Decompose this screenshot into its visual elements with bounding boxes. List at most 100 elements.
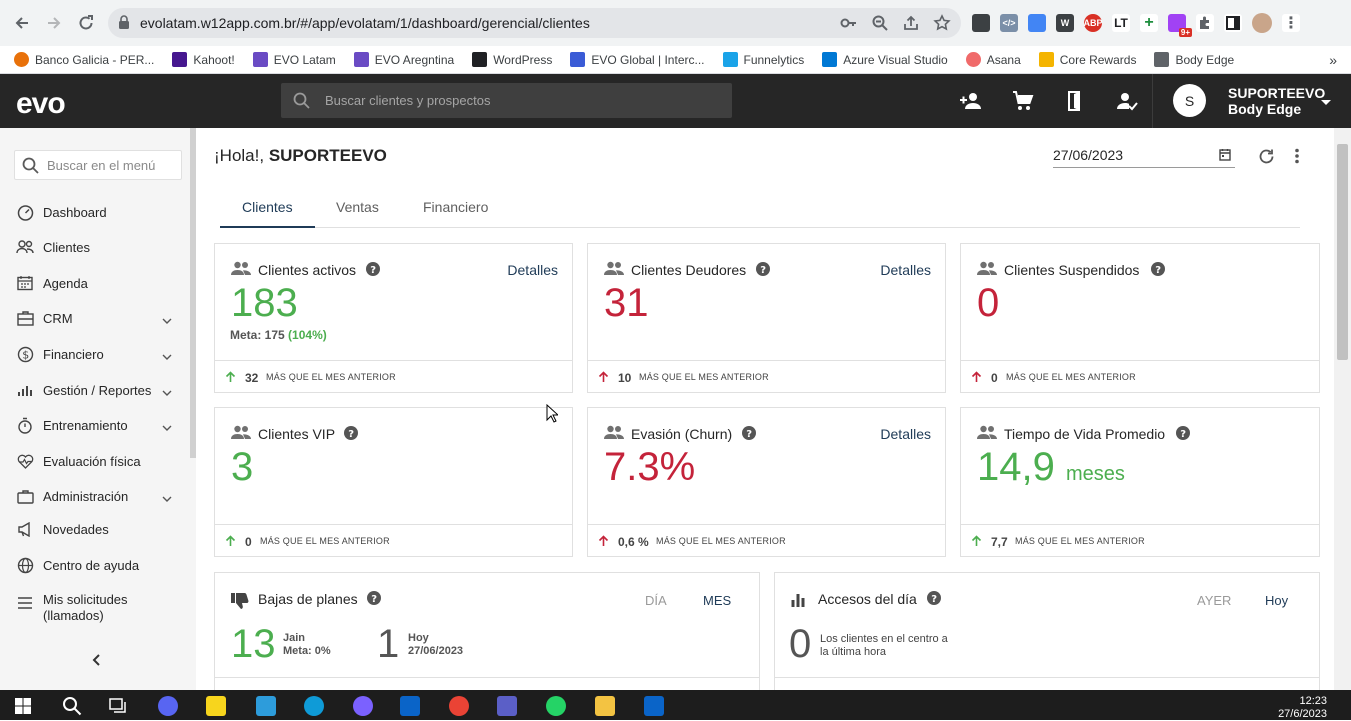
side-panel-icon[interactable] [1224,14,1242,32]
segment-mes[interactable]: MES [703,593,731,608]
chrome-icon[interactable] [449,696,469,716]
chevron-down-icon[interactable] [162,384,172,399]
refresh-icon[interactable] [1258,148,1275,170]
zoom-icon[interactable] [871,14,889,37]
sticky-notes-icon[interactable] [206,696,226,716]
caret-down-icon[interactable] [1320,94,1332,112]
bookmark-item[interactable]: Kahoot! [172,52,235,67]
bookmark-item[interactable]: EVO Latam [252,52,336,67]
back-arrow-icon[interactable] [10,11,34,35]
extension-grid-icon[interactable] [972,14,990,32]
puzzle-icon[interactable] [1196,14,1214,32]
menu-search-input[interactable]: Buscar en el menú [14,150,182,180]
help-icon[interactable]: ? [1176,426,1190,445]
user-check-icon[interactable] [1115,89,1139,118]
share-icon[interactable] [902,14,920,37]
key-icon[interactable] [840,14,858,37]
bookmark-item[interactable]: Azure Visual Studio [822,52,948,67]
evo-logo[interactable]: evo [16,87,66,121]
app-l-icon[interactable] [256,696,276,716]
scrollbar-thumb[interactable] [1337,144,1348,360]
avatar[interactable]: S [1173,84,1206,117]
windows-start-icon[interactable] [15,698,31,719]
extension-plus-icon[interactable]: + [1140,14,1158,32]
help-icon[interactable]: ? [366,262,380,281]
bookmark-item[interactable]: Core Rewards [1038,52,1136,67]
user-name[interactable]: SUPORTEEVO [1228,85,1325,101]
app-gear-icon[interactable] [353,696,373,716]
teams-icon[interactable] [497,696,517,716]
extension-abp-icon[interactable]: ABP [1084,14,1103,32]
help-icon[interactable]: ? [1151,262,1165,281]
help-icon[interactable]: ? [742,426,756,445]
calendar-icon[interactable] [1219,148,1231,166]
details-link[interactable]: Detalles [507,262,558,278]
extension-doc-icon[interactable] [1028,14,1046,32]
sidebar-item-mis-solicitudes[interactable]: Mis solicitudes (llamados) [16,592,176,626]
more-options-icon[interactable] [1294,148,1300,169]
sidebar-item-dashboard[interactable]: Dashboard [16,200,176,224]
chevron-down-icon[interactable] [162,348,172,363]
sidebar-item-centro-de-ayuda[interactable]: Centro de ayuda [16,553,176,577]
bookmark-item[interactable]: Asana [965,52,1021,67]
bookmark-item[interactable]: Body Edge [1154,52,1234,67]
segment-dia[interactable]: DÍA [645,593,667,608]
door-exit-icon[interactable] [1063,89,1087,118]
tab-financiero[interactable]: Financiero [423,199,488,215]
sidebar-item-entrenamiento[interactable]: Entrenamiento [16,413,176,437]
collapse-sidebar-icon[interactable] [91,653,103,671]
sidebar-item-financiero[interactable]: $ Financiero [16,342,176,366]
bookmark-item[interactable]: EVO Aregntina [353,52,454,67]
extension-w-icon[interactable]: W [1056,14,1074,32]
system-clock[interactable]: 12:23 27/6/2023 [1278,695,1327,721]
edge-icon[interactable] [304,696,324,716]
address-bar[interactable]: evolatam.w12app.com.br/#/app/evolatam/1/… [108,8,961,38]
bookmark-item[interactable]: Funnelytics [722,52,804,67]
star-icon[interactable] [933,14,951,37]
extension-lt-icon[interactable]: LT [1112,14,1130,32]
add-person-icon[interactable] [959,89,983,118]
sidebar-item-gestion-reportes[interactable]: Gestión / Reportes [16,378,176,402]
discord-icon[interactable] [158,696,178,716]
chevron-down-icon[interactable] [162,312,172,327]
date-picker-input[interactable]: 27/06/2023 [1053,144,1235,168]
forward-arrow-icon[interactable] [42,11,66,35]
whatsapp-icon[interactable] [546,696,566,716]
bookmark-item[interactable]: EVO Global | Interc... [570,52,705,67]
help-icon[interactable]: ? [344,426,358,445]
details-link[interactable]: Detalles [880,262,931,278]
segment-ayer[interactable]: AYER [1197,593,1231,608]
extension-code-icon[interactable]: </> [1000,14,1018,32]
bookmark-item[interactable]: Banco Galicia - PER... [14,52,154,67]
details-link[interactable]: Detalles [880,426,931,442]
gym-name[interactable]: Body Edge [1228,101,1301,117]
sidebar-item-novedades[interactable]: Novedades [16,517,176,541]
sidebar-item-evaluacion-fisica[interactable]: Evaluación física [16,449,176,473]
chevron-down-icon[interactable] [162,490,172,505]
help-icon[interactable]: ? [927,591,941,610]
bookmark-item[interactable]: WordPress [472,52,552,67]
page-scrollbar[interactable] [1334,128,1351,690]
task-view-icon[interactable] [109,698,127,719]
file-explorer-icon[interactable] [595,696,615,716]
help-icon[interactable]: ? [367,591,381,610]
global-search-input[interactable]: Buscar clientes y prospectos [281,83,732,118]
browser-menu-icon[interactable]: ⋮ [1282,14,1300,32]
tab-ventas[interactable]: Ventas [336,199,379,215]
outlook-alt-icon[interactable] [644,696,664,716]
profile-avatar-icon[interactable] [1252,13,1272,33]
extension-badge-icon[interactable]: 9+ [1168,14,1192,37]
bookmarks-overflow-icon[interactable]: » [1329,52,1337,68]
chevron-down-icon[interactable] [162,419,172,434]
segment-hoy[interactable]: Hoy [1265,593,1288,608]
sidebar-item-crm[interactable]: CRM [16,306,176,330]
reload-icon[interactable] [74,11,98,35]
cart-icon[interactable] [1011,89,1035,118]
sidebar-item-agenda[interactable]: Agenda [16,271,176,295]
help-icon[interactable]: ? [756,262,770,281]
taskbar-search-icon[interactable] [62,696,82,721]
outlook-icon[interactable] [400,696,420,716]
sidebar-item-administracion[interactable]: Administración [16,484,176,508]
sidebar-item-clientes[interactable]: Clientes [16,235,176,259]
tab-clientes[interactable]: Clientes [242,199,293,215]
